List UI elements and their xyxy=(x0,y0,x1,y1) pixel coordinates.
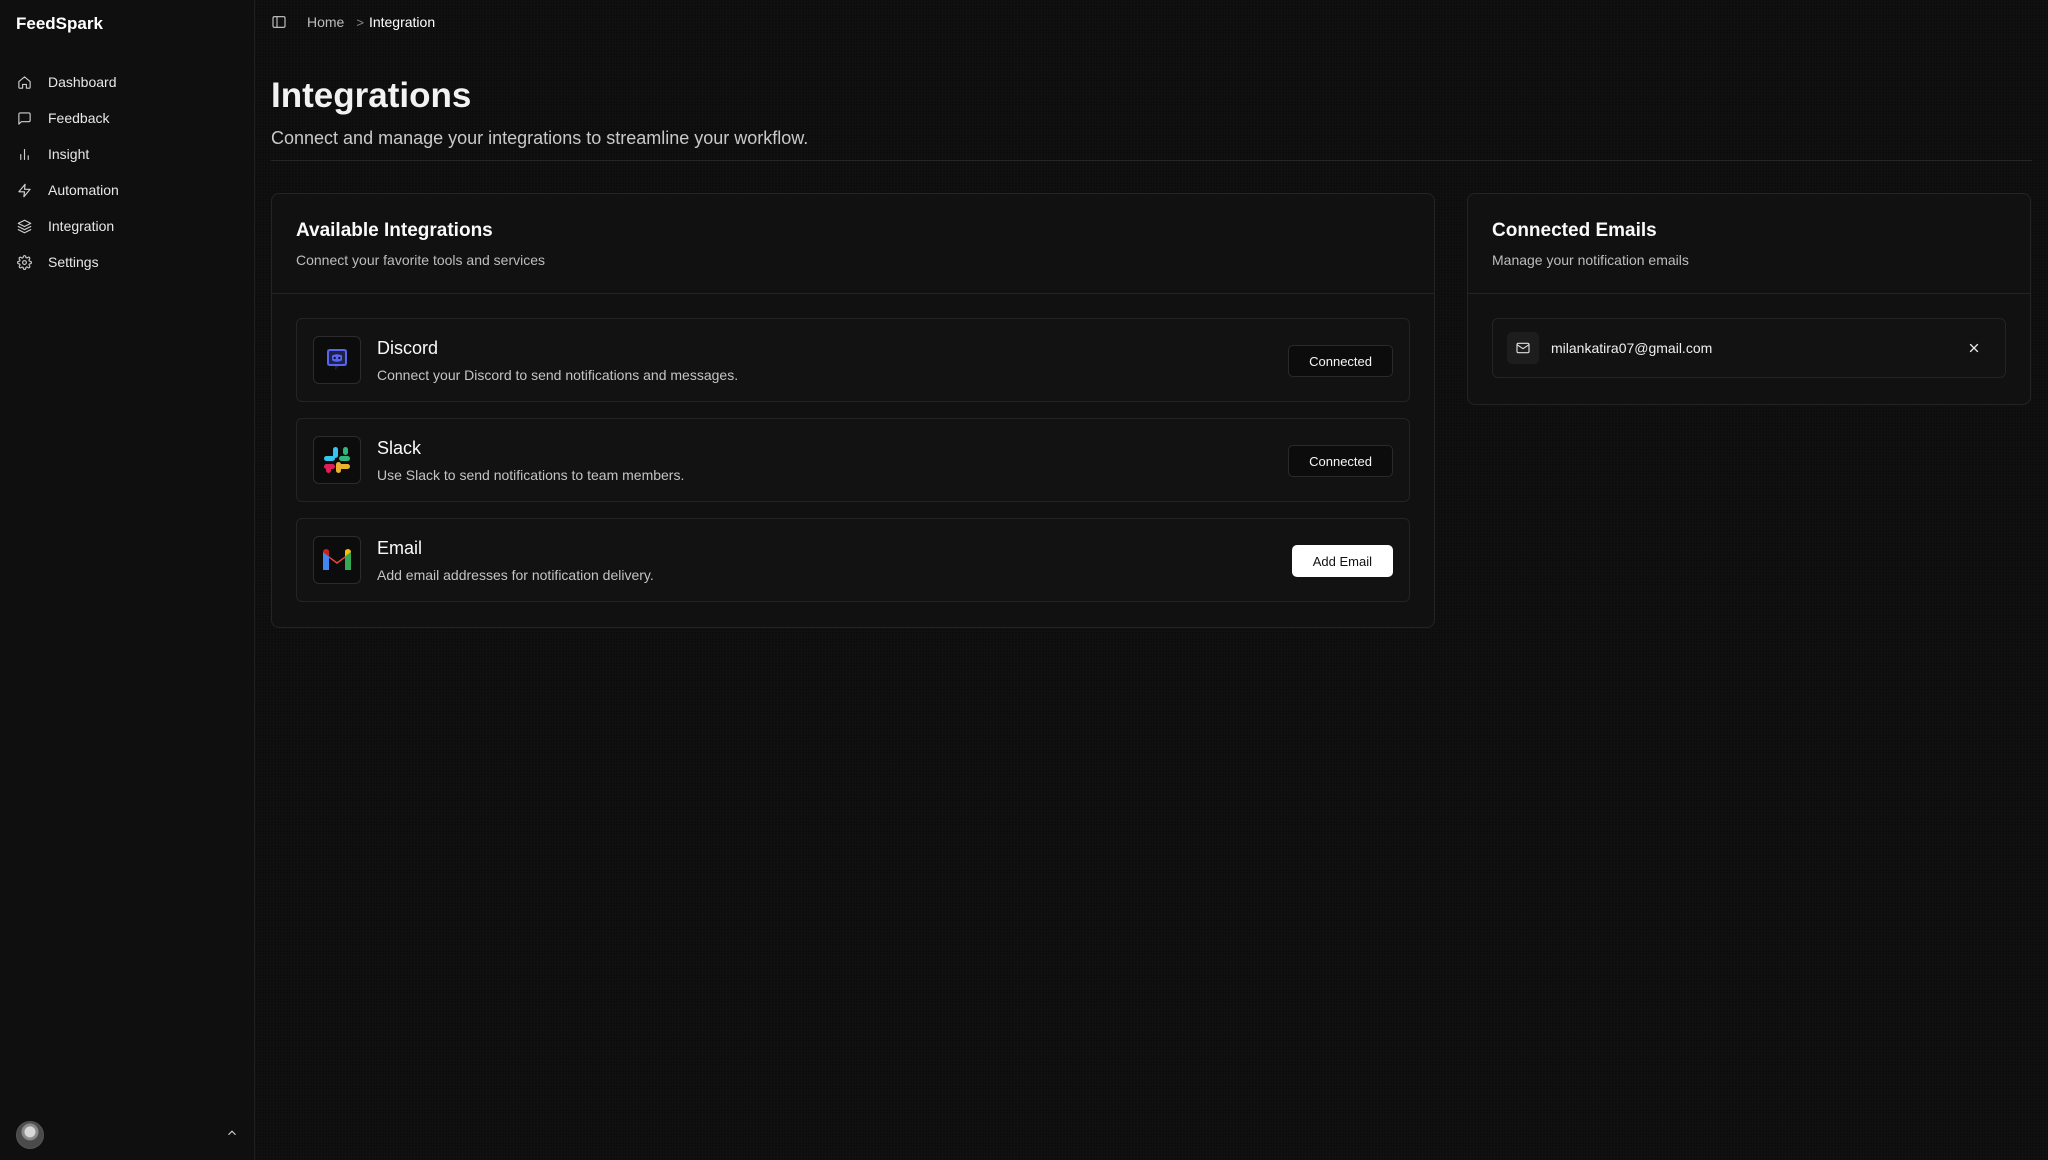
home-icon xyxy=(16,74,32,90)
email-list: milankatira07@gmail.com xyxy=(1468,294,2030,402)
zap-icon xyxy=(16,182,32,198)
avatar[interactable] xyxy=(16,1121,44,1149)
integration-item-email: Email Add email addresses for notificati… xyxy=(296,518,1410,602)
main-content: Home > Integration Integrations Connect … xyxy=(255,0,2048,1160)
card-description: Manage your notification emails xyxy=(1492,252,1689,268)
breadcrumb-home[interactable]: Home xyxy=(307,14,344,30)
slack-logo-icon xyxy=(313,436,361,484)
email-address: milankatira07@gmail.com xyxy=(1551,340,1713,356)
integration-list: Discord Connect your Discord to send not… xyxy=(272,294,1434,642)
sidebar-item-label: Integration xyxy=(48,218,115,234)
sidebar-nav: Dashboard Feedback Insight Automation In… xyxy=(0,64,254,280)
integration-description: Use Slack to send notifications to team … xyxy=(377,466,685,483)
bar-chart-icon xyxy=(16,146,32,162)
page-subtitle: Connect and manage your integrations to … xyxy=(271,128,809,148)
layers-icon xyxy=(16,218,32,234)
gear-icon xyxy=(16,254,32,270)
sidebar-toggle-icon[interactable] xyxy=(271,14,287,30)
card-header: Available Integrations Connect your favo… xyxy=(272,194,1434,294)
sidebar-item-label: Feedback xyxy=(48,110,110,126)
app-root: FeedSpark Dashboard Feedback Insight Aut… xyxy=(0,0,2048,1160)
chevron-up-icon[interactable] xyxy=(225,1126,239,1145)
integration-name: Slack xyxy=(377,437,422,458)
gmail-logo-icon xyxy=(313,536,361,584)
connected-emails-card: Connected Emails Manage your notificatio… xyxy=(1467,193,2031,405)
sidebar-item-automation[interactable]: Automation xyxy=(0,172,254,208)
sidebar-item-feedback[interactable]: Feedback xyxy=(0,100,254,136)
card-description: Connect your favorite tools and services xyxy=(296,252,546,268)
integration-item-slack: Slack Use Slack to send notifications to… xyxy=(296,418,1410,502)
integration-description: Connect your Discord to send notificatio… xyxy=(377,366,739,383)
mail-icon xyxy=(1507,332,1539,364)
list-item: milankatira07@gmail.com xyxy=(1492,318,2006,378)
integration-name: Discord xyxy=(377,337,439,358)
card-title: Connected Emails xyxy=(1492,220,1657,241)
card-header: Connected Emails Manage your notificatio… xyxy=(1468,194,2030,294)
integration-description: Add email addresses for notification del… xyxy=(377,566,654,583)
page-title: Integrations xyxy=(271,76,472,115)
sidebar-item-label: Automation xyxy=(48,182,119,198)
sidebar: FeedSpark Dashboard Feedback Insight Aut… xyxy=(0,0,255,1160)
discord-connected-button[interactable]: Connected xyxy=(1288,345,1393,377)
integration-info: Discord Connect your Discord to send not… xyxy=(377,338,738,383)
integration-info: Email Add email addresses for notificati… xyxy=(377,538,654,583)
message-square-icon xyxy=(16,110,32,126)
integration-item-discord: Discord Connect your Discord to send not… xyxy=(296,318,1410,402)
sidebar-item-settings[interactable]: Settings xyxy=(0,244,254,280)
integration-name: Email xyxy=(377,537,423,558)
sidebar-item-label: Insight xyxy=(48,146,90,162)
add-email-button[interactable]: Add Email xyxy=(1291,545,1393,577)
sidebar-item-label: Dashboard xyxy=(48,74,117,90)
breadcrumb: Home > Integration xyxy=(271,12,435,32)
sidebar-item-dashboard[interactable]: Dashboard xyxy=(0,64,254,100)
discord-logo-icon xyxy=(313,336,361,384)
integration-info: Slack Use Slack to send notifications to… xyxy=(377,438,684,483)
app-brand: FeedSpark xyxy=(16,14,103,33)
user-menu[interactable] xyxy=(16,1120,239,1150)
close-icon[interactable] xyxy=(1967,341,1983,357)
breadcrumb-separator: > xyxy=(356,14,364,30)
breadcrumb-current: Integration xyxy=(368,14,436,30)
sidebar-item-label: Settings xyxy=(48,254,99,270)
sidebar-item-insight[interactable]: Insight xyxy=(0,136,254,172)
header-divider xyxy=(271,160,2032,161)
slack-connected-button[interactable]: Connected xyxy=(1288,445,1393,477)
card-title: Available Integrations xyxy=(296,220,493,241)
sidebar-item-integration[interactable]: Integration xyxy=(0,208,254,244)
available-integrations-card: Available Integrations Connect your favo… xyxy=(271,193,1435,628)
